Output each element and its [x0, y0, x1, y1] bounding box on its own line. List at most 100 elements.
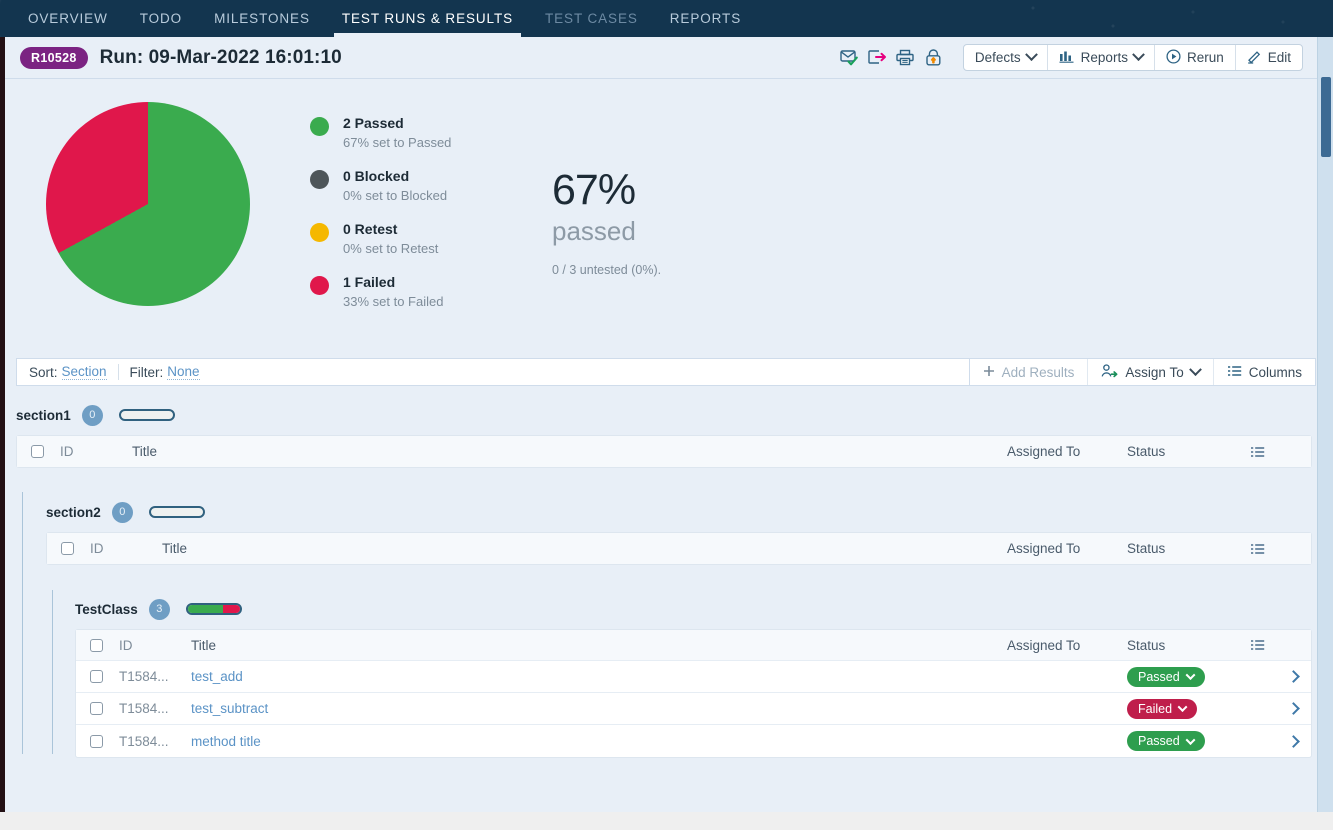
legend-count: 1 Failed: [343, 274, 396, 290]
column-header-assigned-to[interactable]: Assigned To: [1007, 444, 1127, 459]
sort-filter-box: Sort: Section Filter: None: [16, 358, 969, 386]
nav-tab-label: OVERVIEW: [28, 11, 108, 26]
row-checkbox[interactable]: [90, 734, 103, 748]
sort-label: Sort:: [29, 364, 58, 380]
column-options-icon[interactable]: [1239, 446, 1275, 458]
legend-color-dot: [310, 276, 329, 295]
row-open-arrow[interactable]: [1275, 702, 1311, 715]
rerun-button[interactable]: Rerun: [1155, 45, 1236, 70]
scrollbar-thumb[interactable]: [1321, 77, 1331, 157]
select-all-checkbox[interactable]: [90, 638, 103, 652]
bar-chart-icon: [1059, 50, 1075, 66]
filter-label: Filter:: [129, 364, 164, 380]
table-row[interactable]: T1584... test_add Passed: [76, 661, 1311, 693]
column-header-assigned-to[interactable]: Assigned To: [1007, 638, 1127, 653]
chevron-right-icon: [1286, 702, 1300, 715]
section-progress-bar: [185, 603, 242, 615]
nav-tab-test-cases[interactable]: TEST CASES: [529, 0, 654, 37]
reports-button[interactable]: Reports: [1048, 45, 1155, 70]
column-header-title[interactable]: Title: [132, 444, 1007, 459]
chevron-down-icon: [1177, 702, 1188, 713]
row-open-arrow[interactable]: [1275, 670, 1311, 683]
column-header-status[interactable]: Status: [1127, 638, 1239, 653]
column-header-title[interactable]: Title: [191, 638, 1007, 653]
status-badge[interactable]: Failed: [1127, 698, 1198, 719]
status-pie-chart: [46, 102, 250, 306]
nav-tab-overview[interactable]: OVERVIEW: [12, 0, 124, 37]
edit-label: Edit: [1267, 50, 1291, 65]
add-results-label: Add Results: [1001, 364, 1075, 380]
columns-button[interactable]: Columns: [1214, 359, 1315, 385]
legend-item-failed: 1 Failed 33% set to Failed: [310, 274, 451, 309]
run-id-badge: R10528: [20, 46, 88, 69]
sort-value-link[interactable]: Section: [61, 364, 107, 380]
row-title-link[interactable]: method title: [191, 734, 261, 749]
select-all-checkbox[interactable]: [31, 445, 44, 458]
divider: [117, 364, 119, 380]
section-group-section1: section1 0 ID Title Assigned To Status: [16, 400, 1312, 468]
nav-tab-reports[interactable]: REPORTS: [654, 0, 757, 37]
add-results-button[interactable]: Add Results: [970, 359, 1089, 385]
pass-rate-summary: 67% passed 0 / 3 untested (0%).: [552, 167, 661, 277]
row-title-link[interactable]: test_add: [191, 669, 243, 684]
column-options-icon[interactable]: [1239, 639, 1275, 651]
row-open-arrow[interactable]: [1275, 734, 1311, 748]
nav-tab-label: REPORTS: [669, 11, 742, 26]
legend-color-dot: [310, 223, 329, 242]
column-header-assigned-to[interactable]: Assigned To: [1007, 541, 1127, 556]
column-header-status[interactable]: Status: [1127, 541, 1239, 556]
row-id: T1584...: [119, 669, 169, 684]
row-checkbox[interactable]: [90, 702, 103, 715]
header-toolbar: Defects Reports Rerun Edit: [837, 44, 1317, 71]
row-status: Failed: [1127, 698, 1239, 719]
legend-count: 2 Passed: [343, 115, 404, 131]
assign-to-button[interactable]: Assign To: [1088, 359, 1214, 385]
edit-button[interactable]: Edit: [1236, 45, 1302, 70]
rerun-label: Rerun: [1186, 50, 1224, 65]
nav-tab-todo[interactable]: TODO: [124, 0, 198, 37]
status-badge[interactable]: Passed: [1127, 666, 1205, 687]
table-header-row: ID Title Assigned To Status: [47, 533, 1311, 564]
nav-tab-label: TEST CASES: [545, 11, 638, 26]
column-header-id[interactable]: ID: [90, 541, 162, 556]
legend-count: 0 Blocked: [343, 168, 410, 184]
section-progress-bar: [118, 409, 175, 421]
row-title-link[interactable]: test_subtract: [191, 701, 268, 716]
section-header[interactable]: TestClass 3: [75, 594, 1312, 624]
envelope-check-icon[interactable]: [837, 45, 863, 71]
legend-subtext: 33% set to Failed: [343, 294, 444, 309]
section-header[interactable]: section1 0: [16, 400, 1312, 430]
column-header-id[interactable]: ID: [60, 444, 132, 459]
row-checkbox[interactable]: [90, 670, 103, 683]
filter-toolbar: Sort: Section Filter: None Add Results A…: [16, 358, 1316, 386]
filter-button-group: Add Results Assign To Columns: [968, 358, 1316, 386]
legend-item-blocked: 0 Blocked 0% set to Blocked: [310, 168, 451, 203]
chevron-down-icon: [1024, 48, 1038, 62]
column-header-id[interactable]: ID: [119, 638, 191, 653]
pass-percent-label: passed: [552, 216, 636, 246]
table-row[interactable]: T1584... method title Passed: [76, 725, 1311, 757]
filter-value-link[interactable]: None: [167, 364, 200, 380]
legend-subtext: 0% set to Retest: [343, 241, 439, 256]
print-icon[interactable]: [893, 45, 919, 71]
section-name: section2: [46, 504, 101, 520]
legend-subtext: 67% set to Passed: [343, 135, 452, 150]
vertical-scrollbar[interactable]: [1317, 37, 1333, 812]
columns-icon: [1227, 365, 1242, 380]
select-all-checkbox[interactable]: [61, 542, 74, 555]
section-header[interactable]: section2 0: [46, 497, 1312, 527]
export-icon[interactable]: [865, 45, 891, 71]
lock-icon[interactable]: [921, 45, 947, 71]
column-options-icon[interactable]: [1239, 543, 1275, 555]
legend-color-dot: [310, 170, 329, 189]
table-row[interactable]: T1584... test_subtract Failed: [76, 693, 1311, 725]
nav-tab-milestones[interactable]: MILESTONES: [198, 0, 326, 37]
status-badge[interactable]: Passed: [1127, 731, 1205, 751]
column-header-title[interactable]: Title: [162, 541, 1007, 556]
pie-legend: 2 Passed 67% set to Passed 0 Blocked 0% …: [310, 115, 451, 327]
defects-button[interactable]: Defects: [964, 45, 1048, 70]
reports-label: Reports: [1080, 50, 1128, 65]
nav-tab-test-runs-results[interactable]: TEST RUNS & RESULTS: [326, 0, 529, 37]
section-count-badge: 0: [111, 501, 133, 523]
column-header-status[interactable]: Status: [1127, 444, 1239, 459]
